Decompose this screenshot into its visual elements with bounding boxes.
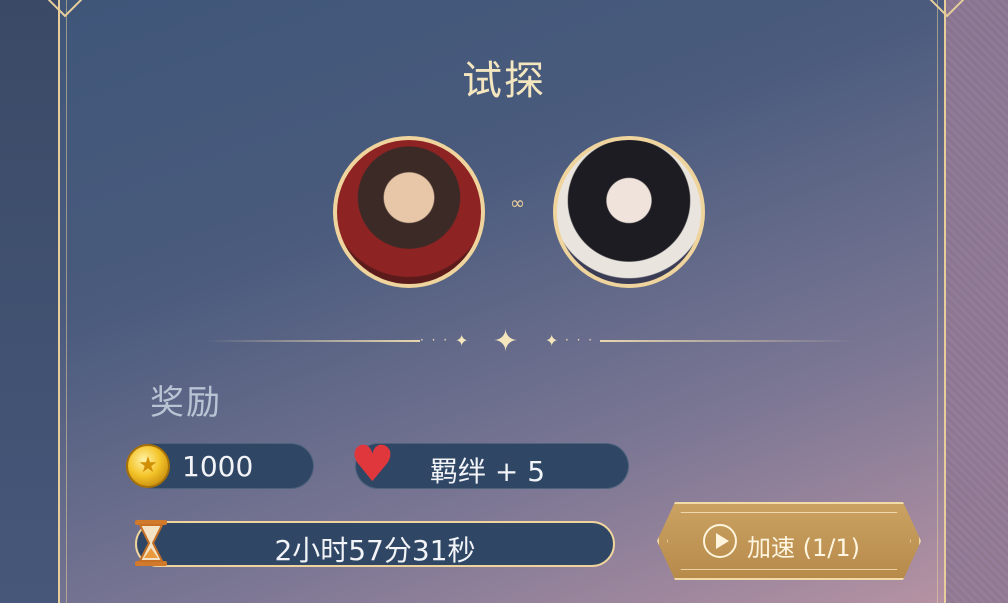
rewards-label: 奖励: [150, 383, 222, 423]
speed-up-label: 加速 (1/1): [747, 534, 860, 562]
dialog-title: 试探: [462, 58, 546, 104]
sparkle-icon: ✦: [455, 331, 469, 350]
countdown-timer: 2小时57分31秒: [274, 534, 476, 567]
sparkle-icon: ✦: [545, 331, 559, 350]
divider-left: [205, 340, 420, 342]
bond-reward-value: 羁绊 + 5: [430, 455, 546, 488]
divider-right: [600, 340, 855, 342]
coin-reward-value: 1000: [182, 450, 254, 483]
divider-dots: · · ·: [565, 333, 595, 347]
divider-dots: · · ·: [420, 333, 450, 347]
character-avatar-female[interactable]: [553, 136, 705, 288]
heart-icon: ♥: [350, 435, 395, 493]
sparkle-icon: ✦: [493, 324, 519, 359]
character-avatar-male[interactable]: [333, 136, 485, 288]
infinity-link-icon: ∞: [510, 193, 525, 214]
speed-up-button[interactable]: 加速 (1/1): [657, 502, 921, 580]
play-icon: [703, 524, 737, 558]
gold-coin-icon: ★: [126, 444, 170, 488]
